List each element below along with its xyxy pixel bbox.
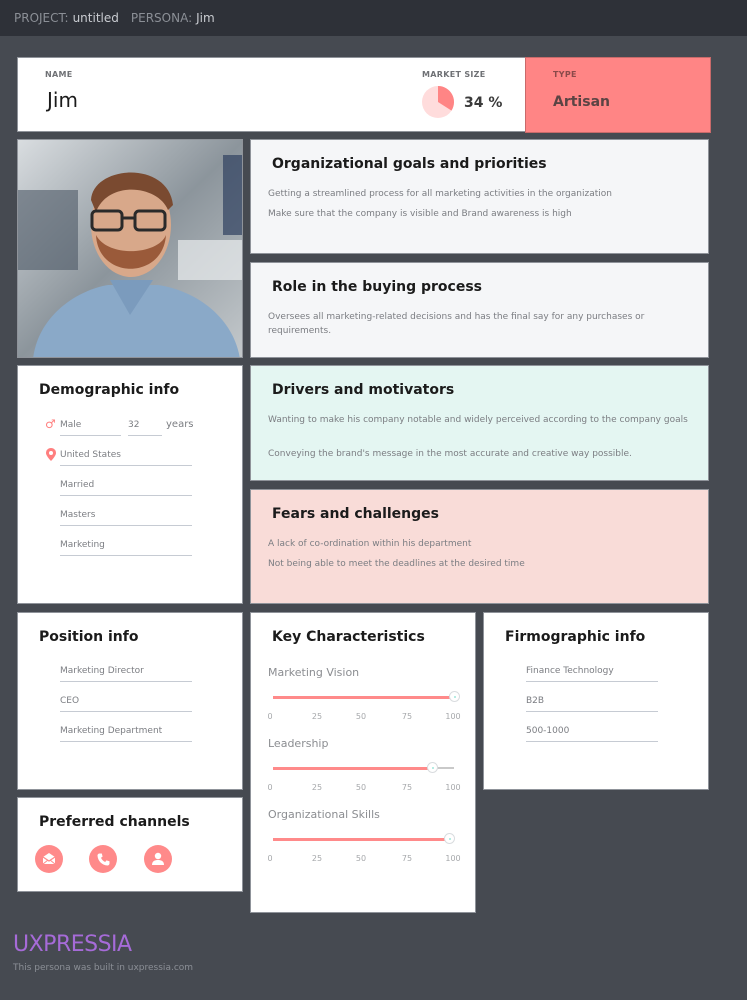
market-size-value: 34 % <box>464 95 503 111</box>
profession-field[interactable]: Marketing <box>60 538 192 556</box>
slider-label: Marketing Vision <box>268 666 360 679</box>
demographic-title: Demographic info <box>39 382 180 398</box>
person-icon[interactable] <box>144 845 172 873</box>
tick-label: 100 <box>445 783 461 792</box>
tick-label: 75 <box>401 854 413 863</box>
age-unit-label: years <box>166 419 194 430</box>
preferred-channels-section: Preferred channels <box>17 797 243 892</box>
slider-thumb[interactable] <box>443 833 455 844</box>
project-label: PROJECT: <box>14 11 69 25</box>
tick-label: 0 <box>267 783 273 792</box>
role-item: Oversees all marketing-related decisions… <box>268 312 645 336</box>
name-label: NAME <box>45 70 73 79</box>
leadership-slider[interactable] <box>273 762 454 773</box>
marketing-vision-slider[interactable] <box>273 691 460 702</box>
slider-ticks: 0 25 50 75 100 <box>267 712 461 724</box>
slider-thumb[interactable] <box>427 762 439 773</box>
goals-item: Getting a streamlined process for all ma… <box>268 189 612 199</box>
market-size-label: MARKET SIZE <box>422 70 486 79</box>
phone-icon[interactable] <box>89 845 117 873</box>
type-panel[interactable]: TYPE Artisan <box>525 57 711 133</box>
slider-fill <box>273 766 433 770</box>
company-size-field[interactable]: 500-1000 <box>526 724 658 742</box>
tick-label: 50 <box>355 854 367 863</box>
drivers-section: Drivers and motivators Wanting to make h… <box>250 365 709 481</box>
tick-label: 25 <box>311 854 323 863</box>
fears-section: Fears and challenges A lack of co-ordina… <box>250 489 709 604</box>
position-title: Position info <box>39 629 139 645</box>
persona-name-value[interactable]: Jim <box>47 88 78 112</box>
key-characteristics-title: Key Characteristics <box>272 629 425 645</box>
position-section: Position info Marketing Director CEO Mar… <box>17 612 243 790</box>
key-characteristics-section: Key Characteristics Marketing Vision 0 2… <box>250 612 476 913</box>
tick-label: 75 <box>401 712 413 721</box>
slider-fill <box>273 695 454 699</box>
email-icon[interactable] <box>35 845 63 873</box>
brand-logo[interactable]: UXPRESSIA <box>13 932 132 957</box>
seniority-field[interactable]: CEO <box>60 694 192 712</box>
persona-name[interactable]: Jim <box>196 11 215 25</box>
tick-label: 100 <box>445 854 461 863</box>
tick-label: 0 <box>267 712 273 721</box>
tick-label: 50 <box>355 712 367 721</box>
goals-section: Organizational goals and priorities Gett… <box>250 139 709 254</box>
fears-item: A lack of co-ordination within his depar… <box>268 539 472 549</box>
persona-portrait-image <box>18 140 242 357</box>
header-card: NAME Jim MARKET SIZE 34 % TYPE Artisan <box>17 57 711 133</box>
male-gender-icon: ♂ <box>45 417 56 431</box>
role-section: Role in the buying process Oversees all … <box>250 262 709 358</box>
gender-field[interactable]: Male <box>60 418 121 436</box>
tick-label: 0 <box>267 854 273 863</box>
slider-thumb[interactable] <box>449 691 460 702</box>
fears-title: Fears and challenges <box>272 506 439 522</box>
firmographic-section: Firmographic info Finance Technology B2B… <box>483 612 709 790</box>
slider-label: Leadership <box>268 737 329 750</box>
department-field[interactable]: Marketing Department <box>60 724 192 742</box>
firmographic-title: Firmographic info <box>505 629 646 645</box>
age-field[interactable]: 32 <box>128 418 162 436</box>
drivers-item: Conveying the brand's message in the mos… <box>268 449 632 459</box>
persona-photo[interactable] <box>17 139 243 358</box>
marital-status-field[interactable]: Married <box>60 478 192 496</box>
education-field[interactable]: Masters <box>60 508 192 526</box>
tick-label: 75 <box>401 783 413 792</box>
project-name[interactable]: untitled <box>73 11 119 25</box>
persona-label: PERSONA: <box>130 11 193 25</box>
tick-label: 25 <box>311 712 323 721</box>
top-bar: PROJECT: untitled PERSONA: Jim <box>0 0 747 36</box>
business-model-field[interactable]: B2B <box>526 694 658 712</box>
tick-label: 25 <box>311 783 323 792</box>
type-label: TYPE <box>553 70 577 79</box>
market-size-pie-icon <box>422 86 454 118</box>
industry-field[interactable]: Finance Technology <box>526 664 658 682</box>
footer-note: This persona was built in uxpressia.com <box>13 963 194 973</box>
slider-fill <box>273 837 449 841</box>
drivers-title: Drivers and motivators <box>272 382 455 398</box>
slider-ticks: 0 25 50 75 100 <box>267 783 461 795</box>
location-pin-icon <box>46 448 56 461</box>
preferred-channels-title: Preferred channels <box>39 814 190 830</box>
demographic-section: Demographic info ♂ Male 32 years United … <box>17 365 243 604</box>
goals-item: Make sure that the company is visible an… <box>268 209 572 219</box>
type-value: Artisan <box>553 94 610 110</box>
tick-label: 100 <box>445 712 461 721</box>
slider-label: Organizational Skills <box>268 808 380 821</box>
location-field[interactable]: United States <box>60 448 192 466</box>
slider-ticks: 0 25 50 75 100 <box>267 854 461 866</box>
role-title: Role in the buying process <box>272 279 483 295</box>
tick-label: 50 <box>355 783 367 792</box>
fears-item: Not being able to meet the deadlines at … <box>268 559 525 569</box>
organizational-skills-slider[interactable] <box>273 833 455 844</box>
drivers-item: Wanting to make his company notable and … <box>268 415 688 425</box>
job-title-field[interactable]: Marketing Director <box>60 664 192 682</box>
goals-title: Organizational goals and priorities <box>272 156 547 172</box>
